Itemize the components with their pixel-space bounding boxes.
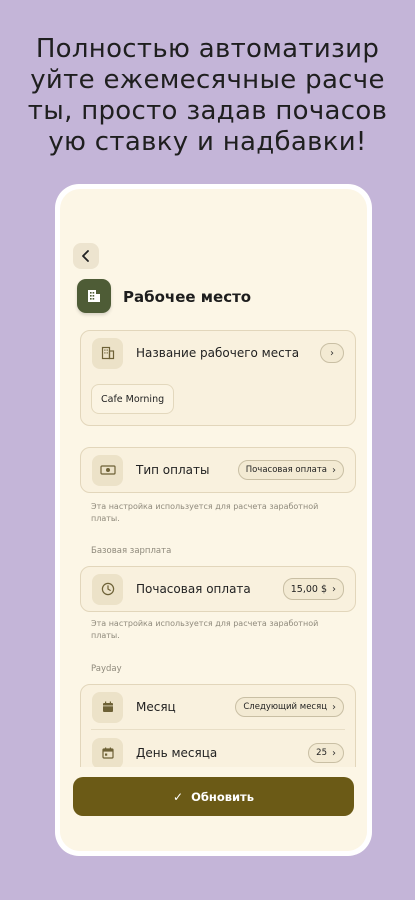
hourly-rate-label: Почасовая оплата xyxy=(136,582,251,596)
building-icon xyxy=(92,337,123,369)
update-button[interactable]: ✓ Обновить xyxy=(73,777,354,816)
hourly-rate-select[interactable]: 15,00 $ › xyxy=(282,578,344,600)
back-button[interactable] xyxy=(73,243,99,269)
base-salary-section-title: Базовая зарплата xyxy=(91,546,172,556)
row-divider xyxy=(91,729,345,730)
payment-type-select[interactable]: Почасовая оплата › xyxy=(237,460,344,480)
workplace-name-value[interactable]: Cafe Morning xyxy=(91,384,175,414)
payday-month-label: Месяц xyxy=(136,700,176,714)
payday-month-row[interactable]: Месяц Следующий месяц › xyxy=(81,685,355,729)
hourly-rate-row[interactable]: Почасовая оплата 15,00 $ › xyxy=(81,567,355,611)
calendar-icon xyxy=(92,691,123,723)
clock-icon xyxy=(92,573,123,605)
workplace-name-row[interactable]: Название рабочего места › xyxy=(81,331,355,375)
payday-day-label: День месяца xyxy=(136,746,218,760)
checkmark-icon: ✓ xyxy=(173,789,184,804)
update-button-label: Обновить xyxy=(191,789,254,804)
chevron-right-icon: › xyxy=(332,747,336,759)
calendar-day-icon xyxy=(92,737,123,769)
payment-type-label: Тип оплаты xyxy=(136,463,210,477)
cash-icon xyxy=(92,454,123,486)
page-title: Рабочее место xyxy=(123,288,252,306)
payment-type-card: Тип оплаты Почасовая оплата › xyxy=(80,447,356,493)
chevron-right-icon: › xyxy=(332,583,336,595)
app-screen: Рабочее место Название рабочего места › … xyxy=(60,189,367,851)
building-icon xyxy=(77,279,111,313)
payday-month-value: Следующий месяц xyxy=(243,702,327,712)
promo-headline: Полностью автоматизир уйте ежемесячные р… xyxy=(27,34,388,157)
chevron-right-icon: › xyxy=(332,464,336,476)
workplace-name-label: Название рабочего места xyxy=(136,346,300,360)
payday-month-select[interactable]: Следующий месяц › xyxy=(235,697,344,717)
bottom-action-bar: ✓ Обновить xyxy=(60,767,367,851)
chevron-right-icon: › xyxy=(330,347,334,359)
hourly-rate-value: 15,00 $ xyxy=(290,583,327,595)
payday-section-title: Payday xyxy=(91,664,122,674)
payment-type-hint: Эта настройка используется для расчета з… xyxy=(91,502,319,523)
base-salary-card: Почасовая оплата 15,00 $ › xyxy=(80,566,356,612)
payment-type-row[interactable]: Тип оплаты Почасовая оплата › xyxy=(81,448,355,492)
phone-frame: Рабочее место Название рабочего места › … xyxy=(55,184,372,856)
chevron-right-icon: › xyxy=(332,701,336,713)
payment-type-value: Почасовая оплата xyxy=(245,465,327,475)
payday-day-select[interactable]: 25 › xyxy=(308,743,344,763)
payday-day-value: 25 xyxy=(316,748,327,758)
chevron-left-icon xyxy=(82,250,89,262)
workplace-card: Название рабочего места › Cafe Morning xyxy=(80,330,356,426)
base-salary-hint: Эта настройка используется для расчета з… xyxy=(91,619,319,640)
workplace-name-edit-button[interactable]: › xyxy=(320,343,344,363)
